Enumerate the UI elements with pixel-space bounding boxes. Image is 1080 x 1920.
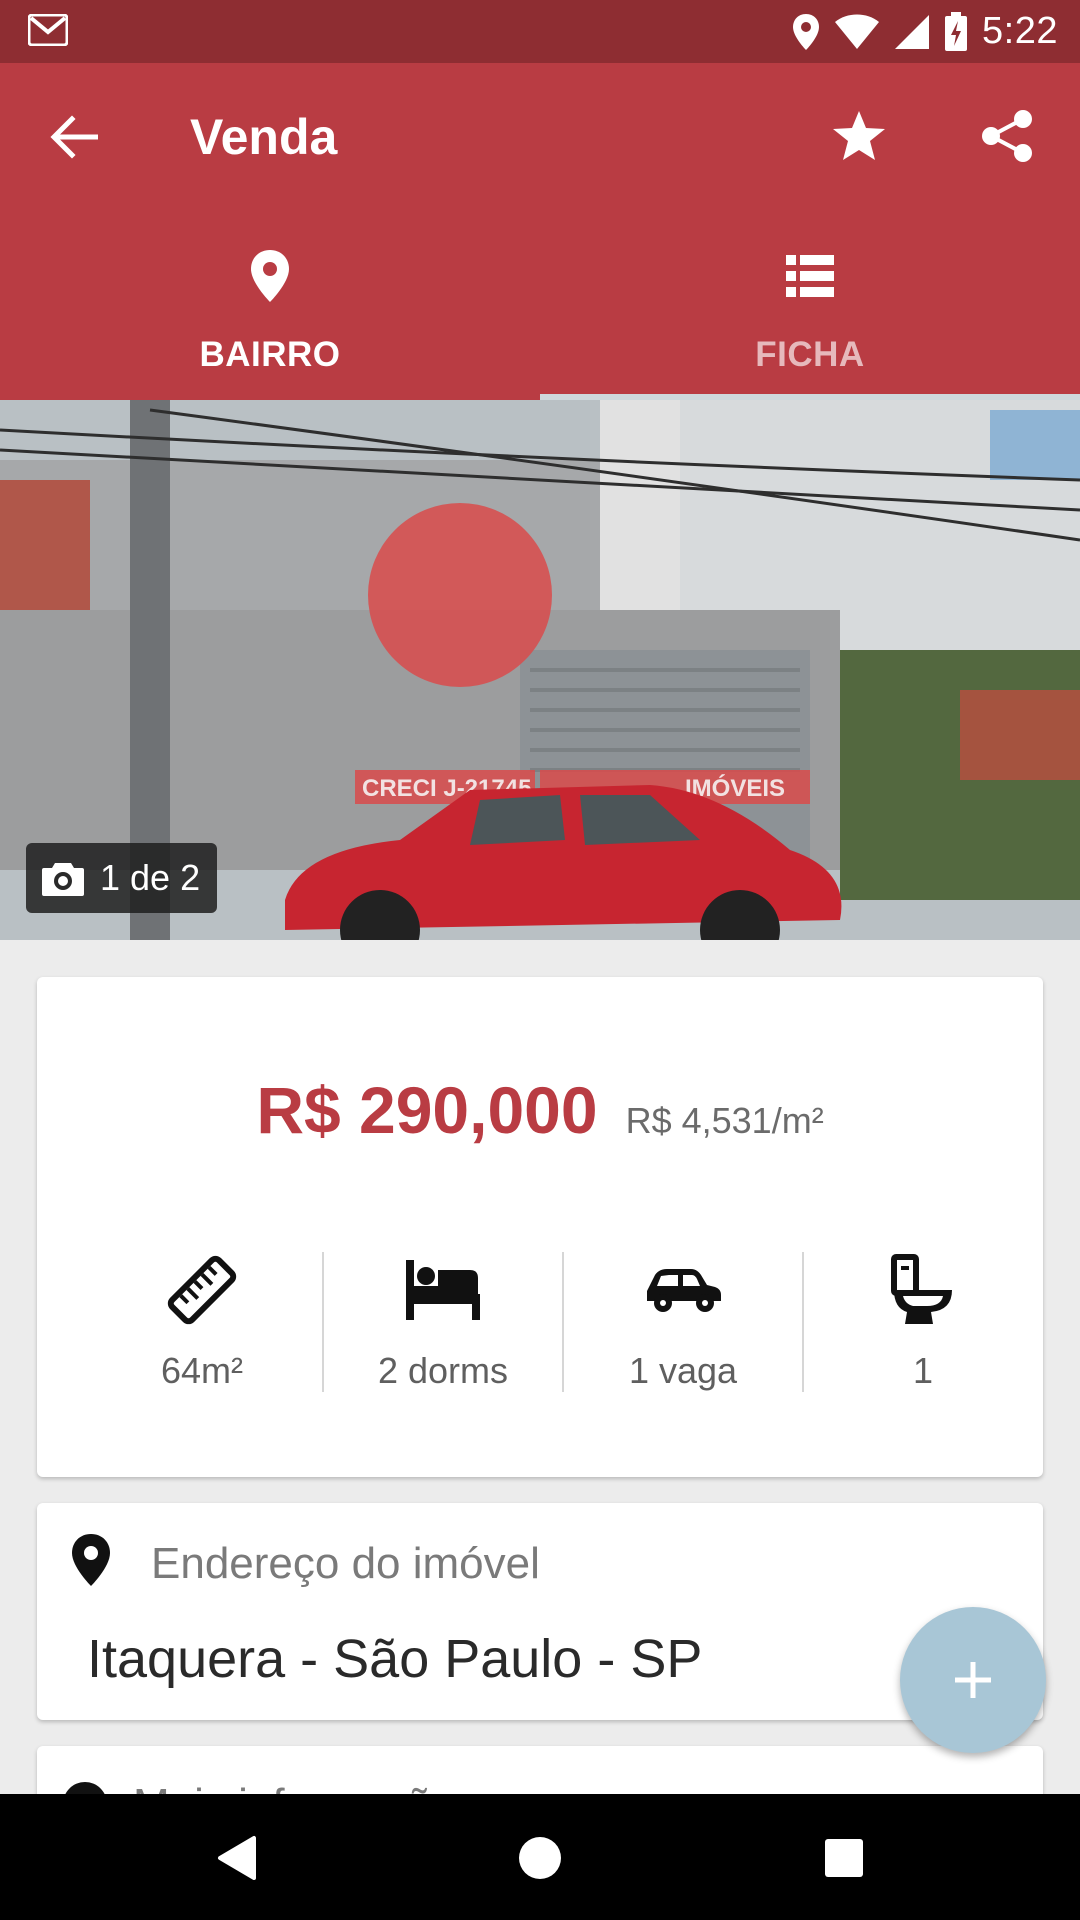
clock: 5:22	[982, 10, 1058, 52]
feature-bedrooms: 2 dorms	[322, 1252, 562, 1392]
features-row: 64m² 2 dorms 1 vaga 1	[82, 1252, 1042, 1392]
feature-bedrooms-label: 2 dorms	[377, 1350, 509, 1391]
price-per-m2: R$ 4,531/m²	[625, 1100, 824, 1141]
photo-counter: 1 de 2	[26, 843, 217, 913]
share-icon	[982, 110, 1032, 162]
nav-home-button[interactable]	[504, 1822, 576, 1894]
favorite-button[interactable]	[822, 99, 896, 173]
gmail-icon	[28, 14, 68, 46]
back-button[interactable]	[40, 103, 108, 171]
address-card[interactable]: Endereço do imóvel Itaquera - São Paulo …	[37, 1503, 1043, 1720]
app-bar: Venda BAIRRO FICHA	[0, 63, 1080, 400]
list-icon	[786, 241, 834, 311]
feature-parking-label: 1 vaga	[628, 1350, 738, 1391]
price-row: R$ 290,000 R$ 4,531/m²	[37, 1072, 1043, 1148]
toolbar: Venda	[0, 63, 1080, 213]
tab-bairro[interactable]: BAIRRO	[0, 233, 540, 400]
address-value: Itaquera - São Paulo - SP	[87, 1629, 703, 1689]
bed-icon	[406, 1252, 480, 1328]
add-fab-button[interactable]	[900, 1607, 1046, 1753]
feature-parking: 1 vaga	[562, 1252, 802, 1392]
tab-ficha[interactable]: FICHA	[540, 233, 1080, 400]
price: R$ 290,000	[256, 1073, 598, 1147]
circle-home-icon	[519, 1837, 561, 1879]
nav-back-button[interactable]	[200, 1822, 272, 1894]
signal-icon	[895, 14, 930, 49]
feature-bathrooms: 1	[802, 1252, 1042, 1392]
photo-counter-text: 1 de 2	[100, 857, 201, 898]
status-bar: 5:22	[0, 0, 1080, 63]
page-title: Venda	[190, 109, 338, 165]
triangle-back-icon	[218, 1836, 256, 1880]
arrow-back-icon	[50, 115, 98, 159]
toilet-icon	[891, 1252, 955, 1328]
battery-charging-icon	[945, 11, 968, 51]
location-pin-icon	[250, 241, 290, 311]
tab-bar: BAIRRO FICHA	[0, 233, 1080, 400]
tab-bairro-label: BAIRRO	[199, 335, 341, 374]
price-card: R$ 290,000 R$ 4,531/m² 64m² 2 dorms 1 va…	[37, 977, 1043, 1477]
ruler-icon	[165, 1252, 239, 1328]
car-icon	[645, 1252, 721, 1328]
camera-icon	[42, 863, 84, 896]
status-icons: 5:22	[792, 0, 1058, 63]
plus-icon	[955, 1662, 991, 1698]
square-recents-icon	[825, 1839, 863, 1877]
address-label: Endereço do imóvel	[151, 1539, 540, 1588]
star-icon	[833, 111, 885, 160]
feature-area-label: 64m²	[160, 1350, 244, 1391]
share-button[interactable]	[970, 99, 1044, 173]
feature-area: 64m²	[82, 1252, 322, 1392]
system-nav-bar	[0, 1794, 1080, 1920]
tab-ficha-label: FICHA	[755, 335, 865, 374]
wifi-icon	[835, 14, 880, 49]
nav-recents-button[interactable]	[808, 1822, 880, 1894]
address-pin-icon	[72, 1534, 110, 1586]
feature-bathrooms-label: 1	[912, 1350, 934, 1391]
location-icon	[793, 13, 820, 50]
